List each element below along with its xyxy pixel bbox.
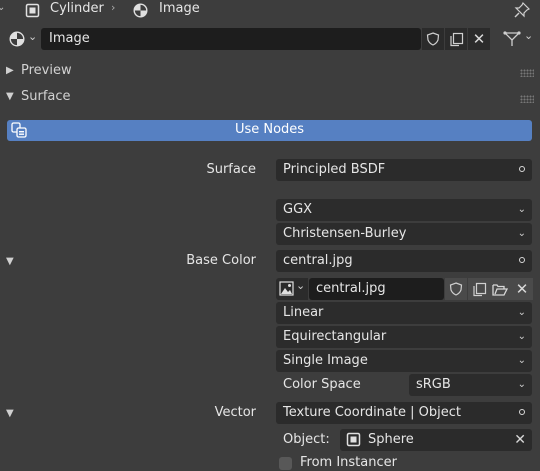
vector-field[interactable]: Texture Coordinate | Object <box>276 402 532 424</box>
projection-value: Equirectangular <box>283 329 387 344</box>
image-source-dropdown[interactable]: Single Image ⌄ <box>276 350 532 372</box>
material-sphere-icon <box>9 31 25 51</box>
folder-open-icon <box>492 283 508 296</box>
interpolation-value: Linear <box>283 305 324 320</box>
fake-user-button[interactable] <box>422 28 444 50</box>
use-nodes-button[interactable]: Use Nodes <box>7 120 532 141</box>
from-instancer-checkbox[interactable] <box>279 457 292 470</box>
image-icon <box>279 281 294 296</box>
chevron-down-icon: ⌄ <box>28 30 38 43</box>
close-icon[interactable]: ✕ <box>514 429 526 451</box>
base-color-value: central.jpg <box>283 253 353 268</box>
projection-dropdown[interactable]: Equirectangular ⌄ <box>276 326 532 348</box>
material-name-text: Image <box>49 31 90 46</box>
object-label: Object: <box>283 432 330 447</box>
subsurface-method-value: Christensen-Burley <box>283 226 407 241</box>
color-space-value: sRGB <box>416 377 451 392</box>
object-icon <box>25 3 40 22</box>
chevron-down-icon: ⌄ <box>517 379 526 390</box>
image-name-text: central.jpg <box>316 281 386 296</box>
object-field[interactable]: Sphere ✕ <box>340 429 532 451</box>
chevron-down-icon[interactable]: ⌄ <box>0 2 5 13</box>
subsurface-method-dropdown[interactable]: Christensen-Burley ⌄ <box>276 223 532 245</box>
pin-icon[interactable] <box>514 1 531 22</box>
image-duplicate-button[interactable] <box>468 278 490 300</box>
chevron-down-icon: ⌄ <box>517 355 526 366</box>
surface-shader-value: Principled BSDF <box>283 162 386 177</box>
chevron-down-icon: ⌄ <box>517 228 526 239</box>
object-icon <box>346 432 361 447</box>
from-instancer-label: From Instancer <box>300 455 397 470</box>
panel-preview-title: Preview <box>21 63 72 78</box>
image-unlink-button[interactable]: ✕ <box>511 278 533 300</box>
distribution-dropdown[interactable]: GGX ⌄ <box>276 199 532 221</box>
shield-icon <box>426 32 440 46</box>
image-source-value: Single Image <box>283 353 368 368</box>
drag-grip-icon[interactable] <box>520 69 534 77</box>
drag-grip-icon[interactable] <box>520 95 534 103</box>
chevron-down-icon: ⌄ <box>517 331 526 342</box>
breadcrumb-separator: › <box>111 1 116 14</box>
expanded-triangle-icon[interactable]: ▼ <box>6 408 14 419</box>
copy-icon <box>472 282 486 296</box>
panel-surface-header[interactable]: ▼ Surface <box>0 86 540 110</box>
socket-link-icon[interactable] <box>519 409 525 415</box>
close-icon: ✕ <box>472 30 486 48</box>
expanded-triangle-icon: ▼ <box>6 91 14 102</box>
interpolation-dropdown[interactable]: Linear ⌄ <box>276 302 532 324</box>
distribution-value: GGX <box>283 202 313 217</box>
object-value: Sphere <box>368 432 414 447</box>
socket-link-icon[interactable] <box>519 166 525 172</box>
unlink-button[interactable]: ✕ <box>468 28 490 50</box>
node-link-button[interactable]: ⌄ <box>503 28 539 50</box>
socket-link-icon[interactable] <box>519 257 525 263</box>
material-name: Image <box>159 1 200 16</box>
surface-shader-field[interactable]: Principled BSDF <box>276 159 532 181</box>
chevron-down-icon: ⌄ <box>296 279 306 292</box>
image-name-field[interactable]: central.jpg <box>309 278 444 300</box>
panel-preview-header[interactable]: ▶ Preview <box>0 60 540 84</box>
object-name: Cylinder <box>50 1 104 16</box>
panel-surface-title: Surface <box>21 89 71 104</box>
use-nodes-label: Use Nodes <box>234 122 305 137</box>
chevron-down-icon: ⌄ <box>517 204 526 215</box>
node-socket-icon <box>503 31 521 46</box>
base-color-label: Base Color <box>186 253 256 268</box>
collapsed-triangle-icon: ▶ <box>6 65 14 76</box>
image-fake-user-button[interactable] <box>445 278 467 300</box>
vector-label: Vector <box>214 405 256 420</box>
copy-icon <box>449 32 463 46</box>
color-space-dropdown[interactable]: sRGB ⌄ <box>409 374 532 396</box>
shield-icon <box>449 282 463 296</box>
base-color-field[interactable]: central.jpg <box>276 250 532 272</box>
chevron-down-icon: ⌄ <box>524 29 534 42</box>
header-bar: ⌄ Cylinder › Image <box>0 0 540 22</box>
chevron-down-icon: ⌄ <box>517 307 526 318</box>
image-browse-button[interactable]: ⌄ <box>276 278 308 300</box>
duplicate-button[interactable] <box>445 28 467 50</box>
material-icon <box>133 3 148 22</box>
close-icon: ✕ <box>515 280 529 298</box>
surface-label: Surface <box>206 162 256 177</box>
color-space-label: Color Space <box>283 377 361 392</box>
material-browse-button[interactable]: ⌄ <box>7 29 40 49</box>
image-open-button[interactable] <box>489 278 511 300</box>
vector-value: Texture Coordinate | Object <box>283 405 461 420</box>
material-name-field[interactable]: Image <box>41 28 421 50</box>
expanded-triangle-icon[interactable]: ▼ <box>6 256 14 267</box>
